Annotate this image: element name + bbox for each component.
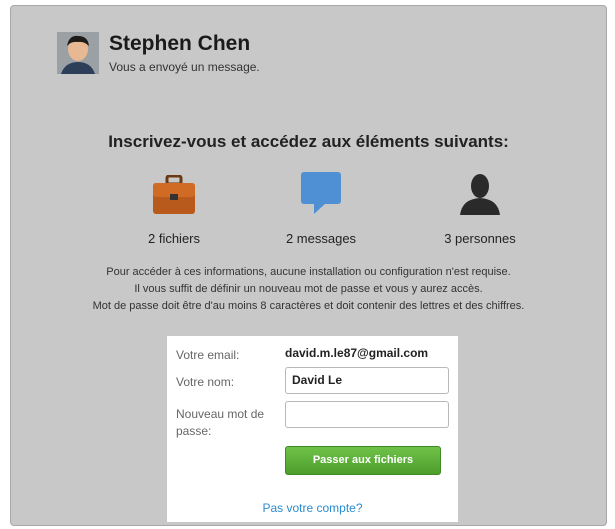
info-line: Pour accéder à ces informations, aucune … — [106, 266, 511, 278]
chat-bubble-icon — [246, 169, 396, 215]
submit-button[interactable]: Passer aux fichiers — [285, 446, 441, 475]
sender-name: Stephen Chen — [109, 32, 251, 55]
signup-form: Votre email: david.m.le87@gmail.com Votr… — [167, 336, 458, 522]
feature-files: 2 fichiers — [99, 169, 249, 246]
sender-avatar — [57, 32, 99, 74]
feature-messages-label: 2 messages — [285, 231, 357, 246]
briefcase-icon — [99, 169, 249, 215]
name-label: Votre nom: — [176, 375, 235, 389]
email-label: Votre email: — [176, 348, 240, 362]
email-value: david.m.le87@gmail.com — [285, 346, 429, 360]
person-icon — [405, 169, 555, 215]
feature-messages: 2 messages — [246, 169, 396, 246]
password-input[interactable] — [285, 401, 449, 428]
message-panel: Stephen Chen Vous a envoyé un message. I… — [10, 5, 607, 526]
signup-heading: Inscrivez-vous et accédez aux éléments s… — [108, 132, 509, 151]
info-text: Pour accéder à ces informations, aucune … — [11, 264, 606, 315]
not-your-account-link[interactable]: Pas votre compte? — [167, 501, 458, 515]
sender-subtitle: Vous a envoyé un message. — [109, 60, 260, 74]
info-line: Il vous suffit de définir un nouveau mot… — [134, 283, 483, 295]
feature-people: 3 personnes — [405, 169, 555, 246]
info-line: Mot de passe doit être d'au moins 8 cara… — [92, 300, 525, 312]
feature-files-label: 2 fichiers — [147, 231, 201, 246]
name-input[interactable]: David Le — [285, 367, 449, 394]
feature-people-label: 3 personnes — [444, 231, 516, 246]
password-label: Nouveau mot de passe: — [176, 407, 265, 438]
